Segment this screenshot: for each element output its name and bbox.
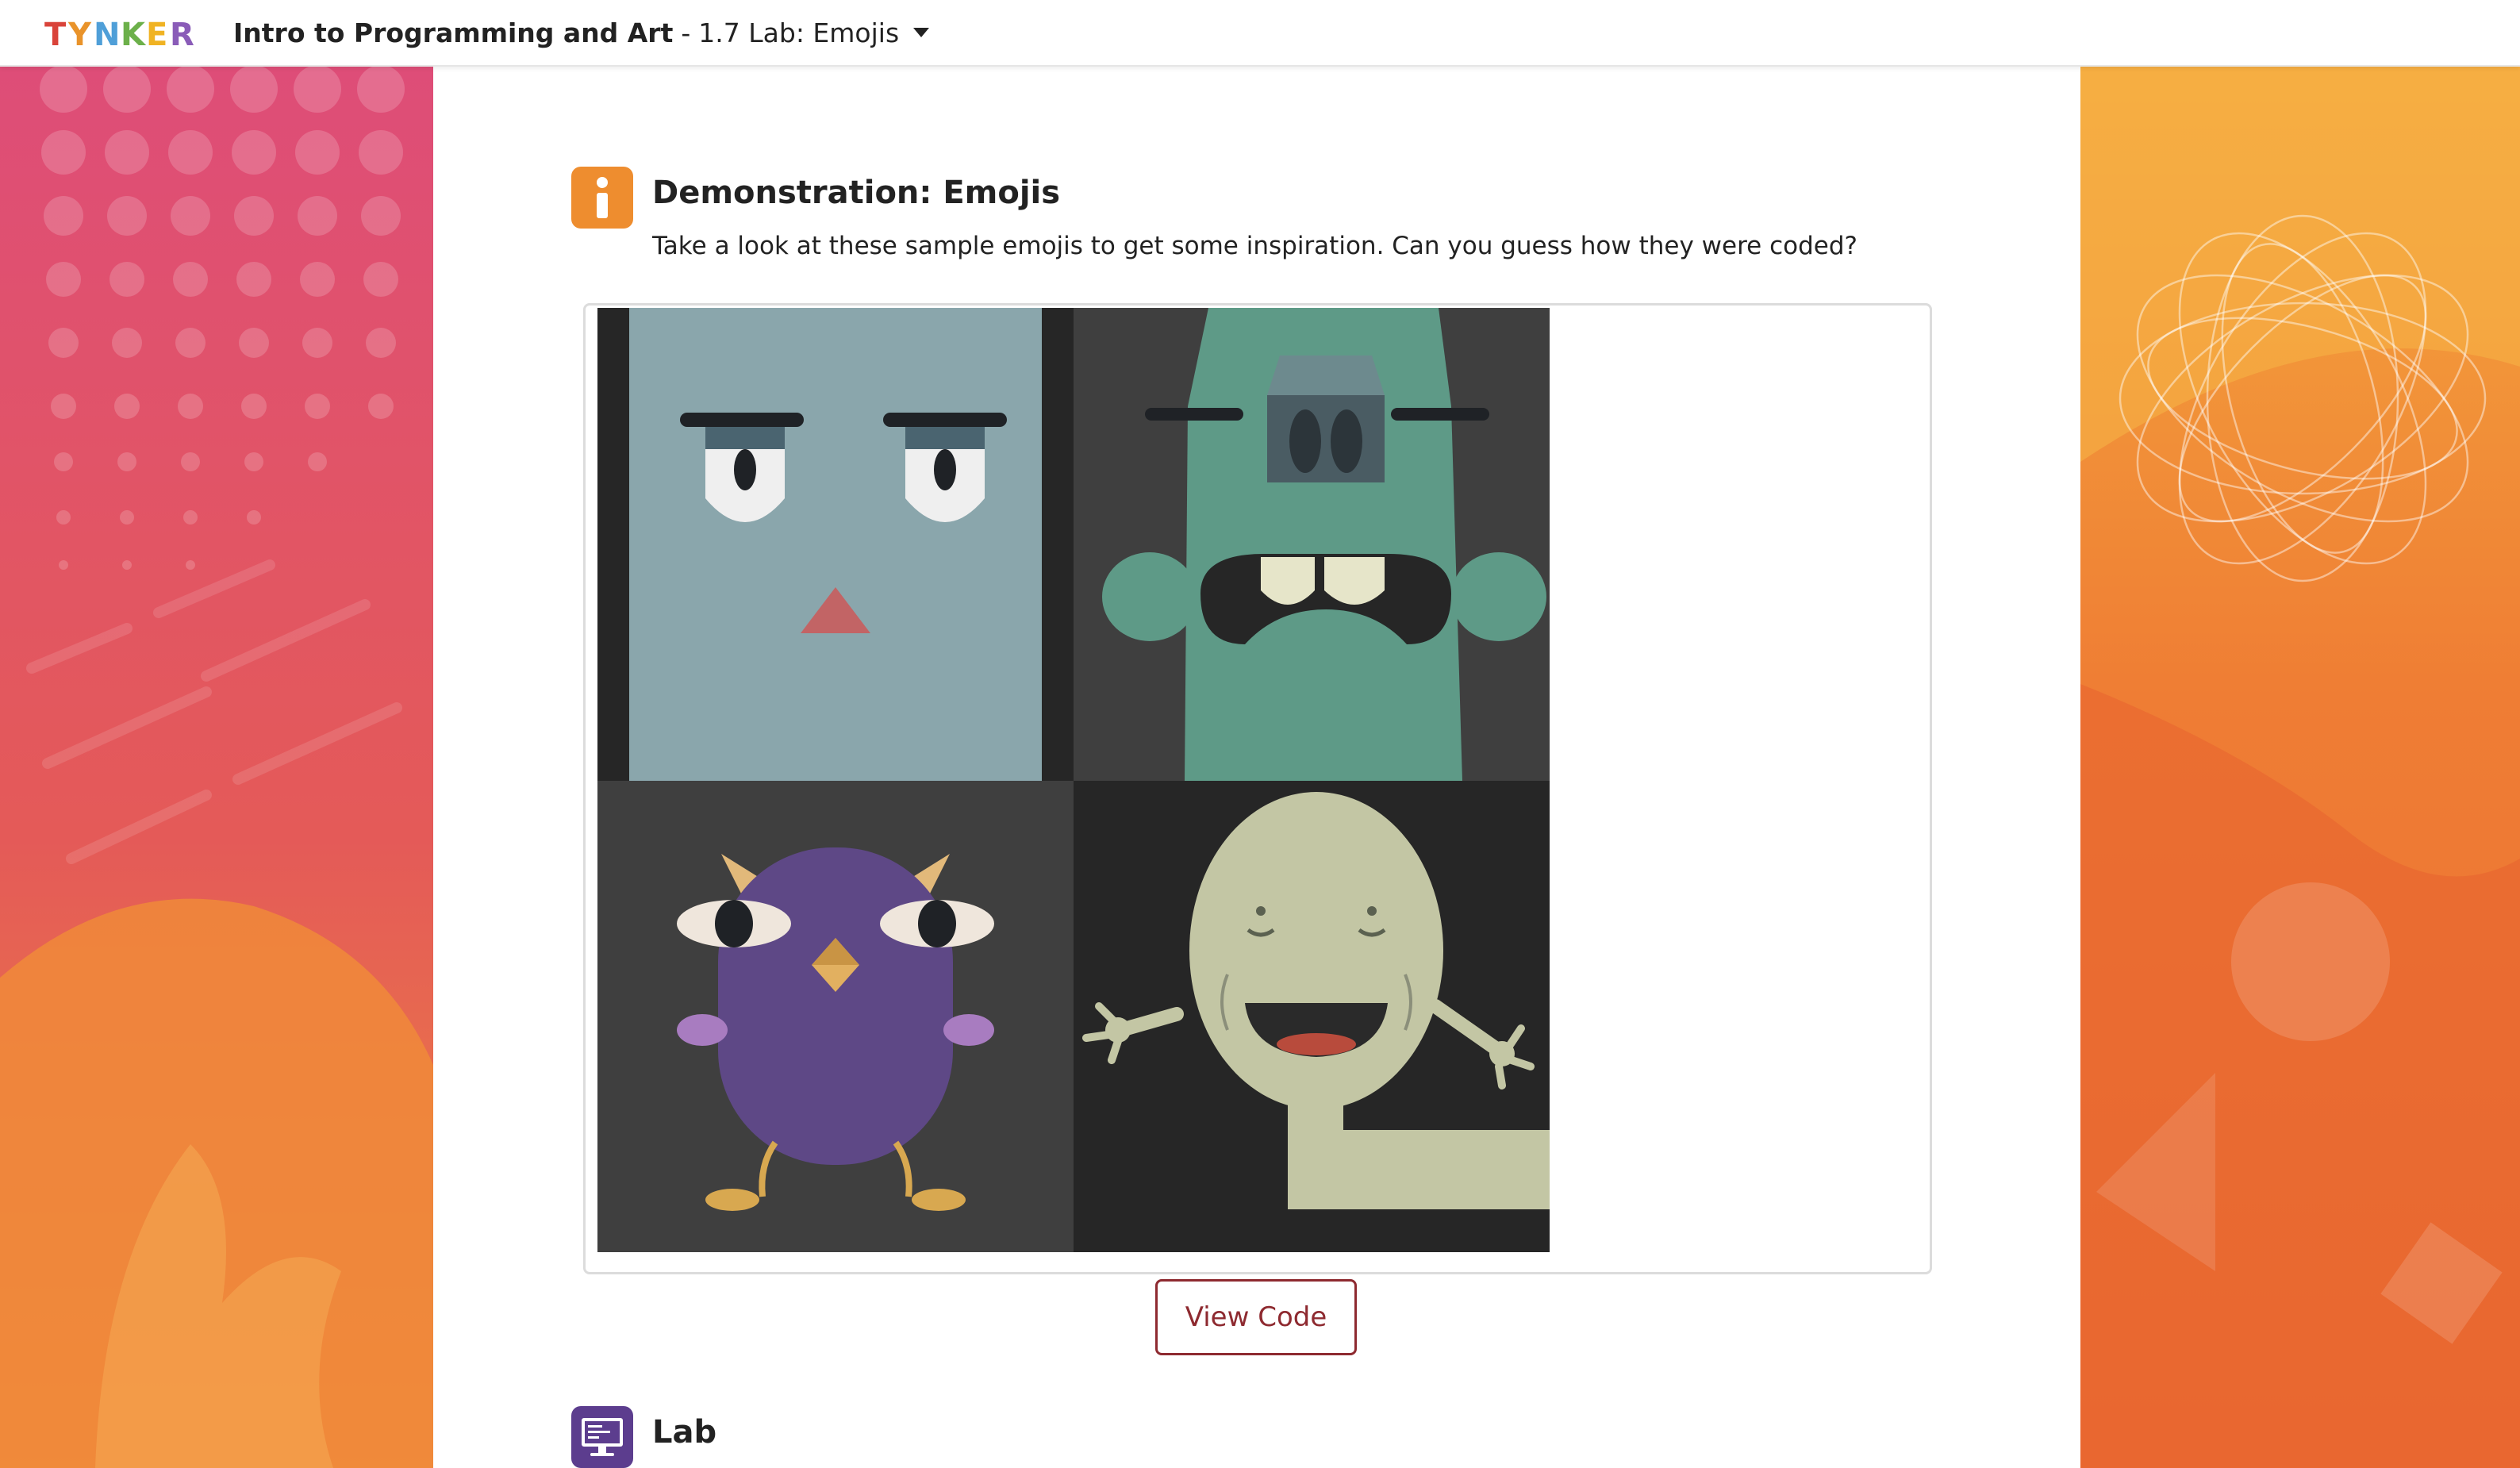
tynker-logo-graphic: T Y N K E R [44,17,194,53]
green-monster-emoji [1074,308,1550,781]
lab-section: Lab [571,1406,716,1468]
demonstration-title: Demonstration: Emojis [652,175,1061,211]
svg-text:T: T [44,17,67,53]
course-title: Intro to Programming and Art [233,17,674,48]
top-bar: T Y N K E R Intro to Programming and Art… [0,0,2520,67]
chevron-down-icon [913,28,930,37]
breadcrumb-separator: - [681,17,691,48]
lesson-content: Demonstration: Emojis Take a look at the… [433,65,2080,1468]
lesson-dropdown[interactable]: Intro to Programming and Art - 1.7 Lab: … [233,17,930,48]
right-background-art [2080,65,2520,1468]
svg-text:N: N [94,17,120,53]
left-background-art [0,65,433,1468]
computer-icon [571,1406,633,1468]
square-face-emoji [597,308,1074,781]
lesson-title: 1.7 Lab: Emojis [698,17,900,48]
emoji-samples-image [597,308,1550,1252]
svg-text:R: R [170,17,194,53]
lab-title: Lab [652,1414,717,1451]
svg-text:E: E [146,17,167,53]
tynker-logo[interactable]: T Y N K E R [44,10,200,55]
demonstration-description: Take a look at these sample emojis to ge… [652,232,1857,260]
emoji-image-frame [583,303,1932,1274]
purple-owl-emoji [597,781,1074,1252]
svg-text:Y: Y [67,17,92,53]
emoji-samples-graphic [597,308,1550,1252]
right-decorative-panel [2080,65,2520,1468]
view-code-button[interactable]: View Code [1155,1279,1357,1355]
demonstration-section: Demonstration: Emojis Take a look at the… [571,167,1857,260]
info-icon [571,167,633,229]
svg-text:K: K [121,17,147,53]
egg-head-emoji [1074,781,1550,1252]
left-decorative-panel [0,65,433,1468]
